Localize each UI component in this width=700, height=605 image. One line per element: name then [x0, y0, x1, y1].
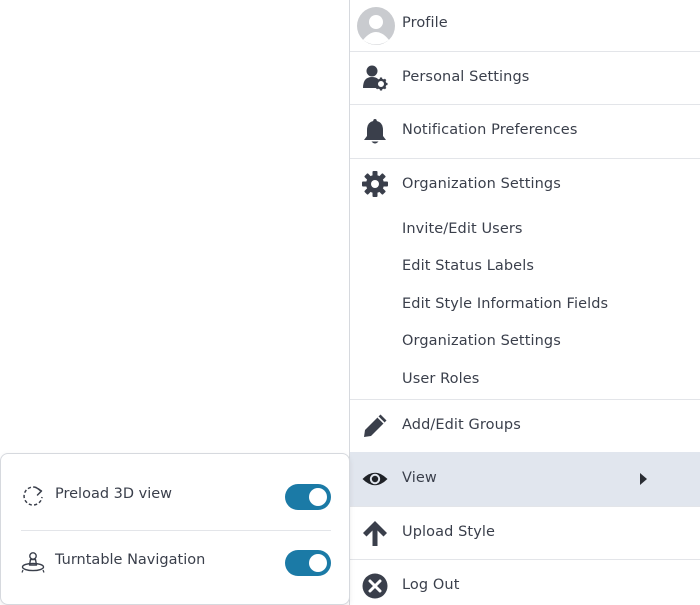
submenu-item-label: Organization Settings — [402, 333, 561, 349]
menu-item-view[interactable]: View — [350, 452, 700, 506]
close-circle-icon — [360, 571, 390, 601]
toggle-knob — [309, 488, 327, 506]
menu-item-upload-style[interactable]: Upload Style — [350, 507, 700, 559]
toggle-knob — [309, 554, 327, 572]
submenu-item-invite-edit-users[interactable]: Invite/Edit Users — [350, 212, 700, 248]
submenu-item-label: Invite/Edit Users — [402, 221, 523, 237]
gear-icon — [360, 169, 390, 199]
menu-item-log-out[interactable]: Log Out — [350, 560, 700, 605]
menu-item-label: View — [402, 470, 437, 486]
setting-preload-3d-view: Preload 3D view — [1, 466, 349, 526]
menu-item-label: Upload Style — [402, 524, 496, 540]
submenu-item-label: Edit Status Labels — [402, 258, 534, 274]
menu-item-label: Personal Settings — [402, 69, 530, 85]
menu-item-add-edit-groups[interactable]: Add/Edit Groups — [350, 400, 700, 452]
menu-item-organization-settings[interactable]: Organization Settings — [350, 159, 700, 211]
view-settings-panel: Preload 3D view Turntable Navigation — [0, 453, 350, 605]
menu-item-label: Add/Edit Groups — [402, 417, 521, 433]
bell-icon — [360, 116, 390, 146]
turntable-icon — [20, 549, 46, 575]
submenu-item-label: User Roles — [402, 371, 480, 387]
user-menu: Profile Personal Settings Notification P… — [349, 0, 700, 605]
submenu-item-user-roles[interactable]: User Roles — [350, 362, 700, 398]
eye-icon — [360, 464, 390, 494]
submenu-item-edit-style-information-fields[interactable]: Edit Style Information Fields — [350, 287, 700, 323]
submenu-item-edit-status-labels[interactable]: Edit Status Labels — [350, 249, 700, 285]
submenu-item-organization-settings[interactable]: Organization Settings — [350, 324, 700, 360]
user-gear-icon — [360, 63, 390, 93]
setting-turntable-navigation: Turntable Navigation — [1, 532, 349, 592]
pencil-icon — [360, 411, 390, 441]
avatar-icon — [356, 6, 396, 46]
setting-label: Turntable Navigation — [55, 552, 206, 568]
chevron-right-icon — [640, 473, 647, 485]
arrow-up-icon — [360, 518, 390, 548]
menu-item-personal-settings[interactable]: Personal Settings — [350, 52, 700, 104]
setting-label: Preload 3D view — [55, 486, 173, 502]
divider — [21, 530, 331, 531]
menu-item-label: Profile — [402, 15, 448, 31]
menu-item-label: Organization Settings — [402, 176, 561, 192]
menu-item-label: Log Out — [402, 577, 460, 593]
refresh-dashed-icon — [20, 483, 46, 509]
turntable-navigation-toggle[interactable] — [285, 550, 331, 576]
menu-item-label: Notification Preferences — [402, 122, 578, 138]
menu-item-profile[interactable]: Profile — [350, 0, 700, 51]
submenu-item-label: Edit Style Information Fields — [402, 296, 609, 312]
preload-3d-toggle[interactable] — [285, 484, 331, 510]
menu-item-notification-preferences[interactable]: Notification Preferences — [350, 105, 700, 158]
